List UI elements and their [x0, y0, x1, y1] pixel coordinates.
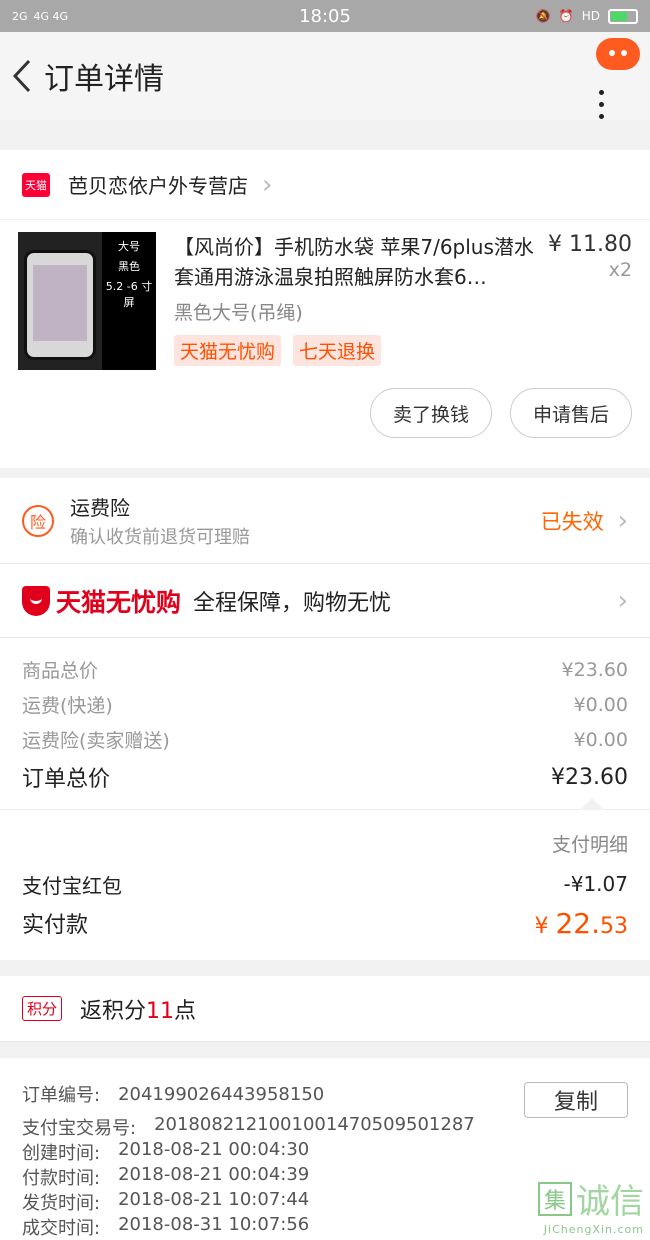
item-actions: 卖了换钱 申请售后 — [0, 388, 650, 468]
watermark-text: 诚信 — [576, 1182, 644, 1222]
more-dot-icon — [599, 114, 604, 119]
badge-worry-free: 天猫无忧购 — [174, 335, 282, 366]
shield-icon — [22, 585, 50, 616]
payment-detail-link[interactable]: 支付明细 — [22, 810, 628, 866]
points-text: 返积分11点 — [80, 998, 197, 1024]
tmall-worry-free-logo: 天猫无忧购 — [22, 583, 181, 619]
shop-name: 芭贝恋依户外专营店 — [68, 174, 248, 198]
message-bubble-icon — [596, 38, 640, 70]
more-dot-icon — [599, 90, 604, 95]
insurance-icon: 险 — [22, 504, 54, 537]
watermark-domain: JiChengXin.com — [543, 1223, 644, 1236]
fee-row: 运费(快递) ¥0.00 — [22, 693, 628, 718]
points-row: 积分 返积分11点 — [0, 976, 650, 1042]
points-tag: 积分 — [22, 996, 63, 1021]
clock: 18:05 — [299, 5, 351, 27]
product-sku: 黑色大号(吊绳) — [174, 302, 303, 324]
product-image-tag: 大号 黑色 5.2 -6 寸屏 — [102, 232, 156, 370]
product-image: 大号 黑色 5.2 -6 寸屏 — [18, 232, 156, 370]
chevron-left-icon — [12, 59, 31, 93]
fee-row: 运费险(卖家赠送) ¥0.00 — [22, 728, 628, 753]
product-price: ¥ 11.80 — [548, 232, 632, 257]
status-bar: 2G 4G 4G 18:05 🔕 ⏰ HD — [0, 0, 650, 32]
chevron-right-icon: › — [617, 585, 628, 616]
product-row[interactable]: 大号 黑色 5.2 -6 寸屏 【风尚价】手机防水袋 苹果7/6plus潜水套通… — [0, 220, 650, 388]
watermark: 集 诚信 JiChengXin.com — [538, 1174, 644, 1236]
nav-bar: 订单详情 — [0, 32, 650, 120]
badge-7day-return: 七天退换 — [293, 335, 382, 366]
battery-icon — [608, 8, 638, 24]
product-price-block: ¥ 11.80 x2 — [548, 232, 632, 281]
more-dot-icon — [599, 102, 604, 107]
product-title: 【风尚价】手机防水袋 苹果7/6plus潜水套通用游泳温泉拍照触屏防水套6… — [174, 235, 534, 289]
worry-free-row[interactable]: 天猫无忧购 全程保障，购物无忧 › — [0, 564, 650, 638]
payment-section: 支付明细 支付宝红包 -¥1.07 实付款 ¥ 22.53 — [0, 798, 650, 960]
fee-row: 商品总价 ¥23.60 — [22, 658, 628, 683]
page-title: 订单详情 — [44, 62, 164, 97]
insurance-title: 运费险 — [70, 496, 130, 520]
copy-button[interactable]: 复制 — [524, 1082, 628, 1118]
shop-row[interactable]: 天猫 芭贝恋依户外专营店 › — [0, 150, 650, 220]
order-item-card: 天猫 芭贝恋依户外专营店 › 大号 黑色 5.2 -6 寸屏 【风尚价】手机防水… — [0, 150, 650, 468]
worry-free-text: 全程保障，购物无忧 — [193, 590, 392, 616]
insurance-status: 已失效 — [540, 509, 604, 534]
actual-paid-row: 实付款 ¥ 22.53 — [22, 906, 628, 940]
phone-pouch-illustration — [24, 250, 96, 360]
insurance-subtitle: 确认收货前退货可理赔 — [70, 527, 250, 548]
chevron-right-icon: › — [262, 169, 273, 200]
actual-paid-amount: ¥ 22.53 — [534, 906, 628, 940]
redpacket-row: 支付宝红包 -¥1.07 — [22, 872, 628, 898]
watermark-logo: 集 — [538, 1181, 572, 1216]
product-info: 【风尚价】手机防水袋 苹果7/6plus潜水套通用游泳温泉拍照触屏防水套6… 黑… — [174, 232, 632, 388]
sell-button[interactable]: 卖了换钱 — [369, 388, 492, 438]
more-menu-button[interactable] — [596, 38, 642, 119]
back-button[interactable] — [0, 32, 44, 120]
tmall-icon: 天猫 — [22, 172, 50, 197]
after-sale-button[interactable]: 申请售后 — [509, 388, 632, 438]
product-quantity: x2 — [608, 259, 632, 281]
chevron-right-icon: › — [617, 505, 628, 536]
order-total-row: 订单总价 ¥23.60 — [22, 764, 628, 793]
shipping-insurance-row[interactable]: 险 运费险 确认收货前退货可理赔 已失效 › — [0, 478, 650, 564]
order-number: 204199026443958150 — [118, 1083, 325, 1105]
service-badges: 天猫无忧购 七天退换 — [174, 335, 632, 366]
created-time-line: 创建时间: 2018-08-21 00:04:30 — [22, 1139, 310, 1164]
fee-breakdown: 商品总价 ¥23.60 运费(快递) ¥0.00 运费险(卖家赠送) ¥0.00 订单… — [0, 638, 650, 810]
